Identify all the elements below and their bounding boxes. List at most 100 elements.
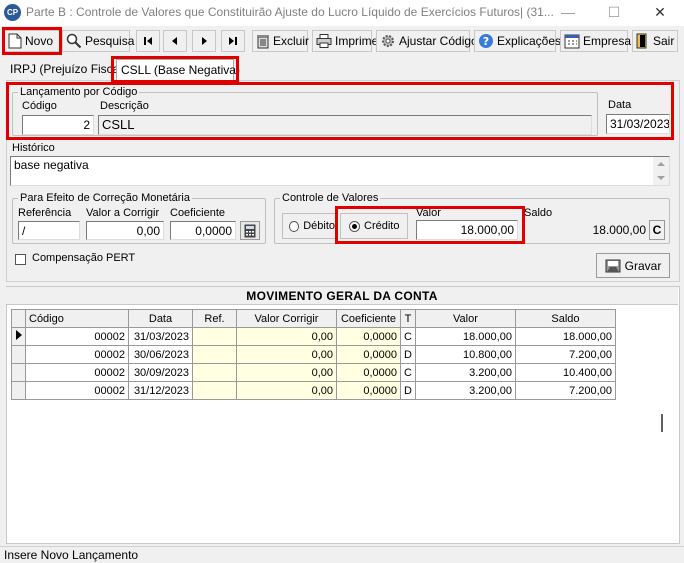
maximize-button[interactable]: ☐ [591, 0, 637, 26]
cell-coeficiente[interactable]: 0,0000 [336, 381, 401, 400]
first-record-button[interactable] [136, 30, 160, 52]
lancamento-legend: Lançamento por Código [18, 86, 140, 98]
gravar-label: Gravar [624, 258, 662, 273]
indicator-header [11, 309, 26, 328]
save-icon [605, 259, 621, 272]
column-header[interactable]: Valor Corrigir [236, 309, 337, 328]
cell-codigo[interactable]: 00002 [25, 345, 129, 364]
cell-ref[interactable] [192, 345, 237, 364]
first-icon [144, 37, 152, 45]
cell-codigo[interactable]: 00002 [25, 363, 129, 382]
cell-data[interactable]: 31/12/2023 [128, 381, 193, 400]
last-record-button[interactable] [221, 30, 245, 52]
window-title: Parte B : Controle de Valores que Consti… [26, 5, 554, 19]
column-header[interactable]: Código [25, 309, 129, 328]
imprime-button[interactable]: Imprime [312, 30, 378, 52]
cell-t[interactable]: C [400, 327, 416, 346]
valor-corrigir-input[interactable]: 0,00 [86, 221, 164, 240]
historico-textarea[interactable]: base negativa [10, 156, 670, 186]
printer-icon [316, 34, 332, 48]
explicacoes-button[interactable]: ? Explicações [474, 30, 561, 52]
cell-t[interactable]: D [400, 381, 416, 400]
cell-saldo[interactable]: 18.000,00 [514, 327, 616, 346]
cell-valor-corrigir[interactable]: 0,00 [236, 327, 337, 346]
calculator-button[interactable] [240, 221, 260, 240]
column-header[interactable]: Ref. [192, 309, 237, 328]
status-bar: Insere Novo Lançamento [0, 546, 684, 562]
column-header[interactable]: Coeficiente [336, 309, 401, 328]
codigo-input[interactable]: 2 [22, 115, 94, 135]
tab-irpj[interactable]: IRPJ (Prejuízo Fiscal) [6, 59, 130, 80]
cell-ref[interactable] [192, 381, 237, 400]
cell-codigo[interactable]: 00002 [25, 381, 129, 400]
table-row[interactable]: 00002 31/03/2023 0,00 0,0000 C 18.000,00… [11, 327, 616, 346]
valor-input[interactable]: 18.000,00 [416, 220, 518, 240]
table-row[interactable]: 00002 31/12/2023 0,00 0,0000 D 3.200,00 … [11, 381, 616, 400]
cell-t[interactable]: D [400, 345, 416, 364]
referencia-label: Referência [18, 207, 72, 219]
column-header[interactable]: Saldo [514, 309, 616, 328]
debito-radio[interactable] [289, 220, 300, 232]
trash-icon [257, 35, 269, 49]
cell-saldo[interactable]: 7.200,00 [514, 381, 616, 400]
grid-scrollbar-thumb[interactable] [661, 414, 663, 432]
excluir-button[interactable]: Excluir [252, 30, 309, 52]
movimento-table: Código Data Ref. Valor Corrigir Coeficie… [11, 309, 616, 400]
coeficiente-input[interactable]: 0,0000 [170, 221, 236, 240]
codigo-label: Código [22, 100, 57, 112]
cell-valor[interactable]: 3.200,00 [414, 363, 516, 382]
pesquisa-button[interactable]: Pesquisa [62, 30, 134, 52]
previous-icon [172, 37, 177, 45]
column-header[interactable]: Valor [414, 309, 516, 328]
cell-ref[interactable] [192, 363, 237, 382]
cell-data[interactable]: 30/09/2023 [128, 363, 193, 382]
credito-option[interactable]: Crédito [340, 213, 408, 239]
minimize-button[interactable]: — [545, 0, 591, 26]
debito-option[interactable]: Débito [282, 213, 336, 239]
cell-valor-corrigir[interactable]: 0,00 [236, 381, 337, 400]
ajustar-codigo-label: Ajustar Código [399, 34, 478, 48]
cell-coeficiente[interactable]: 0,0000 [336, 327, 401, 346]
column-header[interactable]: Data [128, 309, 193, 328]
table-row[interactable]: 00002 30/06/2023 0,00 0,0000 D 10.800,00… [11, 345, 616, 364]
sair-button[interactable]: Sair [632, 30, 678, 52]
cell-valor-corrigir[interactable]: 0,00 [236, 363, 337, 382]
previous-record-button[interactable] [163, 30, 187, 52]
cell-valor[interactable]: 10.800,00 [414, 345, 516, 364]
cell-valor[interactable]: 18.000,00 [414, 327, 516, 346]
column-header[interactable]: T [400, 309, 416, 328]
referencia-input[interactable]: / [18, 221, 80, 240]
empresa-button[interactable]: Empresa [560, 30, 631, 52]
valor-label: Valor [416, 207, 441, 219]
close-button[interactable]: ✕ [637, 0, 683, 26]
cell-ref[interactable] [192, 327, 237, 346]
data-input[interactable]: 31/03/2023 [606, 114, 670, 134]
cell-valor[interactable]: 3.200,00 [414, 381, 516, 400]
cell-valor-corrigir[interactable]: 0,00 [236, 345, 337, 364]
cell-codigo[interactable]: 00002 [25, 327, 129, 346]
historico-scrollbar[interactable] [653, 157, 669, 185]
calculator-icon [244, 224, 256, 237]
saldo-label: Saldo [524, 207, 553, 219]
cell-coeficiente[interactable]: 0,0000 [336, 363, 401, 382]
cell-saldo[interactable]: 7.200,00 [514, 345, 616, 364]
novo-button[interactable]: Novo [4, 30, 60, 52]
table-row[interactable]: 00002 30/09/2023 0,00 0,0000 C 3.200,00 … [11, 363, 616, 382]
credito-radio[interactable] [349, 220, 360, 232]
next-record-button[interactable] [192, 30, 216, 52]
cell-data[interactable]: 31/03/2023 [128, 327, 193, 346]
cell-coeficiente[interactable]: 0,0000 [336, 345, 401, 364]
scroll-up-icon [657, 162, 665, 166]
coeficiente-label: Coeficiente [170, 207, 226, 219]
ajustar-codigo-button[interactable]: Ajustar Código [376, 30, 478, 52]
descricao-label: Descrição [100, 100, 149, 112]
tab-csll[interactable]: CSLL (Base Negativa) [116, 59, 240, 80]
cell-saldo[interactable]: 10.400,00 [514, 363, 616, 382]
compensacao-pert-checkbox[interactable] [15, 254, 26, 265]
gravar-button[interactable]: Gravar [596, 253, 670, 278]
cell-data[interactable]: 30/06/2023 [128, 345, 193, 364]
cell-t[interactable]: C [400, 363, 416, 382]
current-row-icon [15, 330, 22, 340]
scroll-down-icon [657, 176, 665, 180]
historico-label: Histórico [12, 142, 55, 154]
